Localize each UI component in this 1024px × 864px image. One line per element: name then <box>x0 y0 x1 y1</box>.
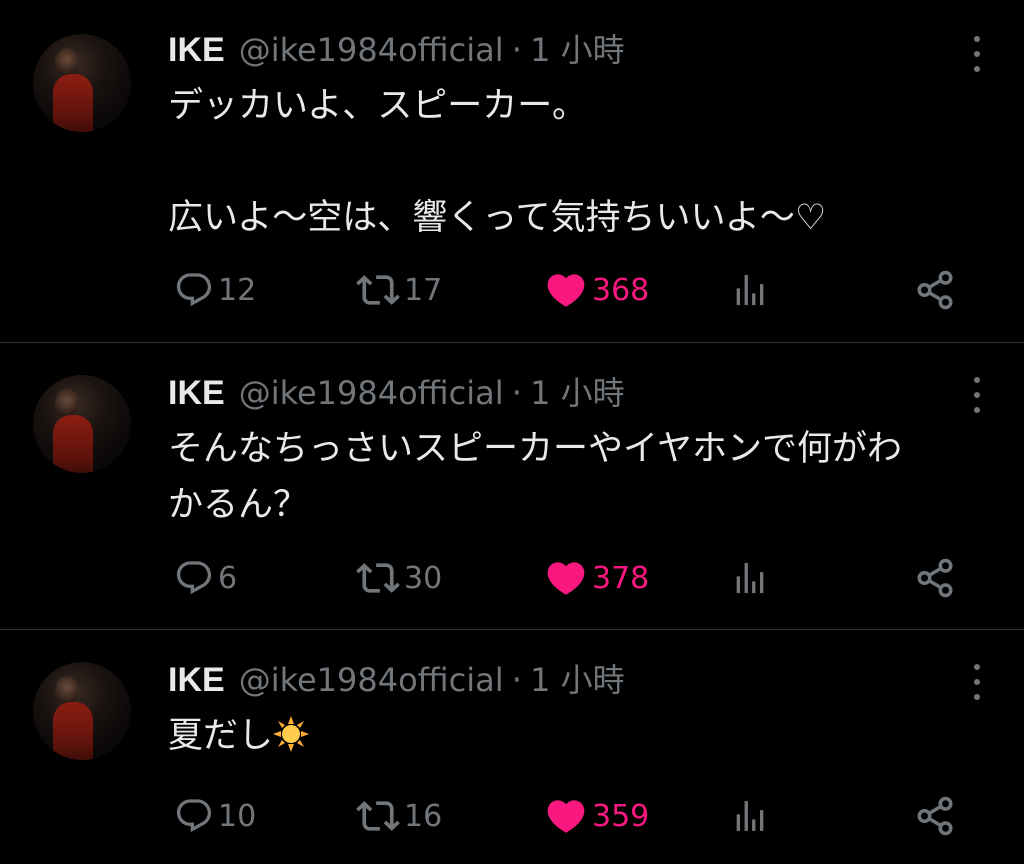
like-button[interactable]: 368 <box>544 266 649 314</box>
tweet-body: IKE @ike1984official · 1 小時 夏だし <box>168 660 984 764</box>
tweet-header: IKE @ike1984official · 1 小時 <box>168 373 984 413</box>
avatar[interactable] <box>33 375 131 473</box>
avatar[interactable] <box>33 34 131 132</box>
action-bar: 12 17 368 <box>168 266 984 314</box>
retweet-count: 16 <box>404 798 443 834</box>
retweet-count: 17 <box>404 272 443 308</box>
timeline-feed: IKE @ike1984official · 1 小時 デッカいよ、スピーカー。… <box>0 0 1024 864</box>
views-button[interactable] <box>730 792 770 840</box>
tweet[interactable]: IKE @ike1984official · 1 小時 そんなちっさいスピーカー… <box>0 343 1024 630</box>
like-count: 378 <box>592 560 650 596</box>
retweet-count: 30 <box>404 560 443 596</box>
reply-button[interactable]: 10 <box>174 792 256 840</box>
views-icon <box>736 801 764 831</box>
heart-icon <box>547 800 585 833</box>
timestamp[interactable]: 1 小時 <box>530 660 625 700</box>
retweet-icon <box>356 801 400 831</box>
like-count: 368 <box>592 272 650 308</box>
author-name[interactable]: IKE <box>168 373 225 413</box>
separator-dot: · <box>511 373 523 412</box>
share-button[interactable] <box>914 554 956 602</box>
share-icon <box>917 270 953 310</box>
share-icon <box>917 558 953 598</box>
views-icon <box>736 275 764 305</box>
reply-icon <box>176 799 212 833</box>
retweet-icon <box>356 563 400 593</box>
retweet-icon <box>356 275 400 305</box>
heart-icon <box>547 274 585 307</box>
timestamp[interactable]: 1 小時 <box>530 30 625 70</box>
avatar[interactable] <box>33 662 131 760</box>
reply-count: 12 <box>218 272 257 308</box>
tweet-text-container: 夏だし <box>168 708 984 764</box>
reply-button[interactable]: 6 <box>174 554 237 602</box>
reply-button[interactable]: 12 <box>174 266 256 314</box>
views-button[interactable] <box>730 266 770 314</box>
author-handle[interactable]: @ike1984official <box>239 373 504 413</box>
tweet[interactable]: IKE @ike1984official · 1 小時 夏だし 10 16 35… <box>0 630 1024 864</box>
timestamp[interactable]: 1 小時 <box>530 373 625 413</box>
tweet-header: IKE @ike1984official · 1 小時 <box>168 660 984 700</box>
reply-count: 10 <box>218 798 257 834</box>
heart-icon <box>547 562 585 595</box>
tweet-body: IKE @ike1984official · 1 小時 デッカいよ、スピーカー。… <box>168 30 984 246</box>
views-icon <box>736 563 764 593</box>
like-button[interactable]: 359 <box>544 792 649 840</box>
reply-icon <box>176 561 212 595</box>
tweet-text: デッカいよ、スピーカー。 広いよ〜空は、響くって気持ちいいよ〜♡ <box>168 86 827 238</box>
retweet-button[interactable]: 16 <box>356 792 442 840</box>
views-button[interactable] <box>730 554 770 602</box>
tweet[interactable]: IKE @ike1984official · 1 小時 デッカいよ、スピーカー。… <box>0 0 1024 343</box>
sun-emoji <box>273 716 310 752</box>
share-button[interactable] <box>914 266 956 314</box>
reply-count: 6 <box>218 560 238 596</box>
separator-dot: · <box>511 660 523 699</box>
retweet-button[interactable]: 17 <box>356 266 442 314</box>
share-icon <box>917 796 953 836</box>
action-bar: 10 16 359 <box>168 792 984 840</box>
tweet-body: IKE @ike1984official · 1 小時 そんなちっさいスピーカー… <box>168 373 984 533</box>
separator-dot: · <box>511 30 523 69</box>
share-button[interactable] <box>914 792 956 840</box>
tweet-header: IKE @ike1984official · 1 小時 <box>168 30 984 70</box>
author-name[interactable]: IKE <box>168 660 225 700</box>
like-button[interactable]: 378 <box>544 554 649 602</box>
tweet-text: そんなちっさいスピーカーやイヤホンで何がわ かるん？ <box>168 429 902 525</box>
action-bar: 6 30 378 <box>168 554 984 602</box>
retweet-button[interactable]: 30 <box>356 554 442 602</box>
author-handle[interactable]: @ike1984official <box>239 660 504 700</box>
author-name[interactable]: IKE <box>168 30 225 70</box>
author-handle[interactable]: @ike1984official <box>239 30 504 70</box>
like-count: 359 <box>592 798 650 834</box>
reply-icon <box>176 273 212 307</box>
tweet-text: 夏だし <box>168 716 274 756</box>
